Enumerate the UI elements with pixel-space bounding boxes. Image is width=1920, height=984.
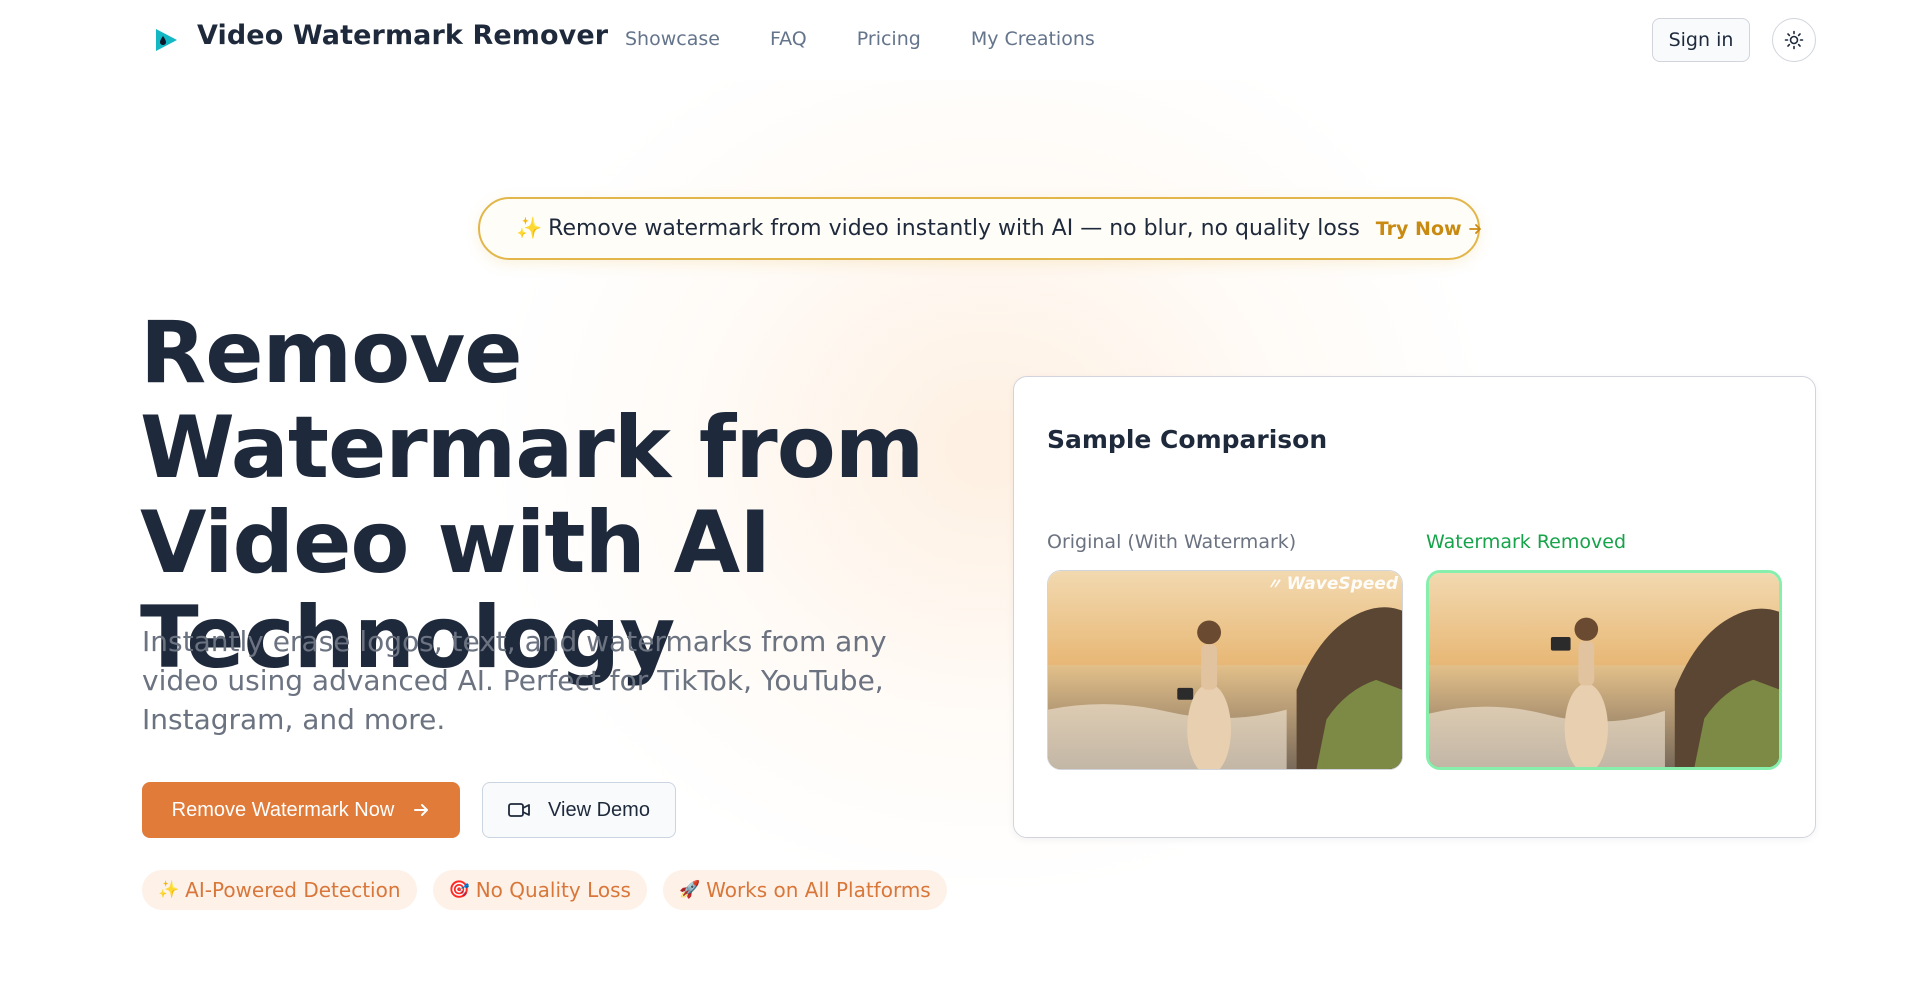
- nav-pricing[interactable]: Pricing: [857, 28, 921, 50]
- primary-button-label: Remove Watermark Now: [171, 798, 395, 821]
- play-droplet-icon[interactable]: [152, 26, 180, 54]
- feature-chip: ✨ AI-Powered Detection: [142, 870, 417, 910]
- beach-scene-image: [1048, 571, 1402, 769]
- watermark-overlay: 〃 WaveSpeed: [1267, 573, 1398, 594]
- feature-chip-label: No Quality Loss: [475, 878, 631, 902]
- target-icon: 🎯: [448, 880, 470, 900]
- remove-watermark-now-button[interactable]: Remove Watermark Now: [142, 782, 460, 838]
- nav-faq[interactable]: FAQ: [770, 28, 807, 50]
- secondary-button-label: View Demo: [548, 798, 650, 821]
- feature-chip: 🎯 No Quality Loss: [432, 870, 647, 910]
- announcement-banner[interactable]: ✨ Remove watermark from video instantly …: [478, 197, 1482, 260]
- theme-toggle-button[interactable]: [1772, 18, 1816, 62]
- arrow-right-icon: [414, 804, 429, 816]
- brand-name[interactable]: Video Watermark Remover: [197, 20, 608, 51]
- top-navbar: Video Watermark Remover Showcase FAQ Pri…: [0, 0, 1920, 80]
- watermark-text: WaveSpeed: [1286, 573, 1398, 594]
- original-label: Original (With Watermark): [1047, 531, 1297, 553]
- sample-comparison-card: Sample Comparison Original (With Waterma…: [1013, 376, 1816, 838]
- feature-chip-label: Works on All Platforms: [706, 878, 931, 902]
- video-camera-icon: [508, 803, 530, 817]
- sign-in-button[interactable]: Sign in: [1652, 18, 1750, 62]
- arrow-right-icon: [1468, 223, 1481, 234]
- try-now-link[interactable]: Try Now: [1376, 218, 1482, 240]
- feature-chips: ✨ AI-Powered Detection 🎯 No Quality Loss…: [142, 870, 947, 910]
- feature-chip-label: AI-Powered Detection: [185, 878, 401, 902]
- card-title: Sample Comparison: [1047, 425, 1328, 454]
- feature-chip: 🚀 Works on All Platforms: [662, 870, 947, 910]
- sparkle-icon: ✨: [158, 880, 180, 900]
- hero-subtitle: Instantly erase logos, text, and waterma…: [142, 625, 887, 736]
- sparkle-icon: ✨: [516, 216, 543, 240]
- original-video-thumbnail[interactable]: 〃 WaveSpeed: [1047, 570, 1403, 770]
- clean-label: Watermark Removed: [1426, 531, 1627, 553]
- nav-showcase[interactable]: Showcase: [625, 28, 720, 50]
- main-nav: Showcase FAQ Pricing My Creations: [625, 28, 1095, 50]
- view-demo-button[interactable]: View Demo: [482, 782, 676, 838]
- rocket-icon: 🚀: [678, 880, 701, 900]
- nav-my-creations[interactable]: My Creations: [971, 28, 1095, 50]
- wave-logo-icon: 〃: [1266, 575, 1282, 593]
- beach-scene-image: [1429, 573, 1779, 767]
- try-now-label: Try Now: [1375, 217, 1462, 240]
- sun-icon: [1784, 30, 1804, 50]
- announcement-message: Remove watermark from video instantly wi…: [548, 216, 1360, 241]
- clean-video-thumbnail[interactable]: [1426, 570, 1782, 770]
